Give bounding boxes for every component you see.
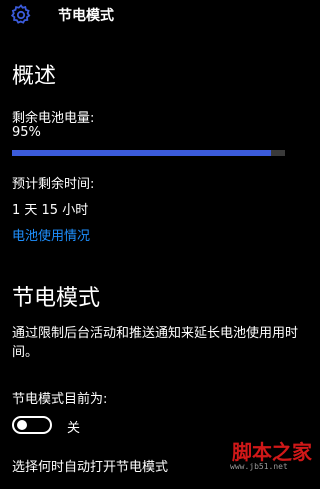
watermark-url: www.jb51.net	[230, 462, 288, 471]
battery-saver-description: 通过限制后台活动和推送通知来延长电池使用用时间。	[12, 326, 299, 360]
header: 节电模式	[0, 0, 312, 30]
battery-progress-bar	[12, 150, 285, 156]
battery-label: 剩余电池电量:	[12, 111, 95, 126]
overview-title: 概述	[12, 64, 57, 89]
battery-value: 95%	[12, 125, 41, 140]
watermark-logo: 脚本之家	[232, 440, 312, 464]
battery-saver-title: 节电模式	[12, 286, 101, 311]
battery-progress-fill	[12, 150, 272, 156]
page-title: 节电模式	[58, 8, 114, 24]
remaining-time-label: 预计剩余时间:	[12, 177, 95, 192]
saver-status-label: 节电模式目前为:	[12, 392, 108, 407]
toggle-state-label: 关	[67, 421, 81, 436]
remaining-time-value: 1 天 15 小时	[12, 203, 89, 218]
battery-usage-link[interactable]: 电池使用情况	[12, 225, 90, 244]
toggle-knob	[17, 420, 27, 430]
battery-saver-toggle[interactable]	[12, 416, 52, 434]
gear-icon[interactable]	[9, 3, 33, 27]
auto-on-label: 选择何时自动打开节电模式	[12, 460, 169, 475]
